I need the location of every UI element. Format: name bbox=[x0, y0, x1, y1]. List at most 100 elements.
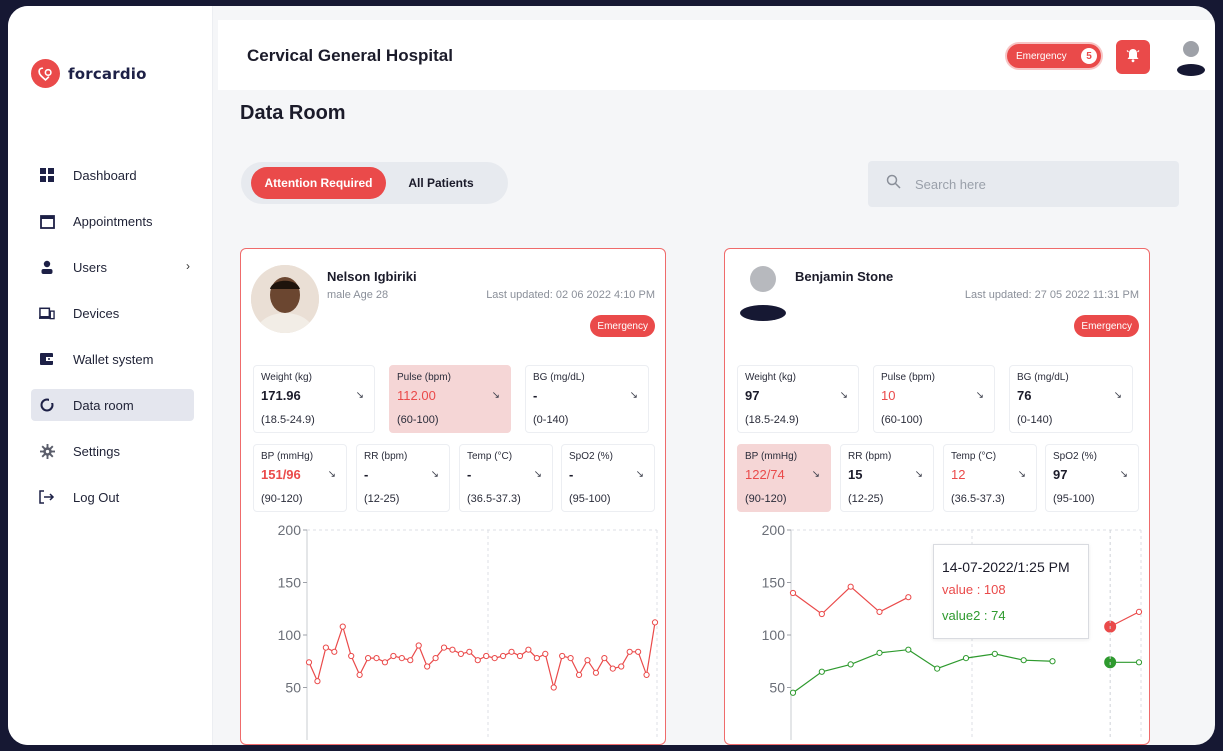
data-point bbox=[643, 671, 650, 678]
sidebar-item-appointments[interactable]: Appointments bbox=[31, 205, 194, 237]
notification-button[interactable] bbox=[1116, 40, 1150, 74]
trend-arrow-icon: ↘ bbox=[430, 469, 439, 480]
data-point bbox=[575, 671, 583, 678]
heart-logo-icon bbox=[31, 59, 60, 88]
vitals-trend-chart: 200 150 100 50 bbox=[278, 522, 659, 740]
emergency-button[interactable]: Emergency 5 bbox=[1007, 44, 1101, 68]
trend-arrow-icon: ↘ bbox=[914, 469, 923, 480]
last-updated: Last updated: 27 05 2022 11:31 PM bbox=[964, 289, 1139, 301]
trend-arrow-icon: ↘ bbox=[1119, 469, 1128, 480]
data-point bbox=[962, 655, 970, 662]
emergency-count-badge: 5 bbox=[1081, 48, 1097, 64]
data-point bbox=[322, 644, 329, 651]
sidebar-nav: Dashboard Appointments Users › Devices W… bbox=[31, 159, 194, 527]
data-point bbox=[364, 655, 372, 662]
sidebar-item-label: Wallet system bbox=[73, 351, 154, 367]
brand-logo[interactable]: forcardio bbox=[31, 59, 147, 88]
data-point bbox=[818, 610, 825, 618]
data-point bbox=[339, 623, 346, 630]
tooltip-date: 14-07-2022/1:25 PM bbox=[942, 559, 1070, 575]
data-point bbox=[601, 655, 608, 662]
tooltip-value1: value : 108 bbox=[942, 582, 1006, 597]
brand-name: forcardio bbox=[68, 64, 147, 83]
data-point bbox=[1135, 659, 1143, 666]
tab-attention-required[interactable]: Attention Required bbox=[251, 167, 386, 199]
sidebar-item-dashboard[interactable]: Dashboard bbox=[31, 159, 194, 191]
vital-blood-glucose: BG (mg/dL) - (0-140) ↘ bbox=[525, 365, 649, 433]
data-point bbox=[491, 655, 498, 662]
chevron-right-icon[interactable]: › bbox=[186, 259, 190, 273]
y-tick-label: 100 bbox=[762, 627, 786, 643]
vital-blood-pressure: BP (mmHg) 122/74 (90-120) ↘ bbox=[737, 444, 831, 512]
data-point bbox=[651, 619, 659, 626]
trend-arrow-icon: ↘ bbox=[327, 469, 336, 480]
sidebar-item-label: Dashboard bbox=[73, 167, 137, 183]
data-point bbox=[373, 655, 380, 662]
data-point bbox=[789, 689, 797, 696]
sidebar-item-label: Devices bbox=[73, 305, 120, 321]
patient-card[interactable]: Benjamin Stone Last updated: 27 05 2022 … bbox=[724, 248, 1150, 745]
data-point bbox=[348, 652, 355, 660]
vital-temperature: Temp (°C) - (36.5-37.3) ↘ bbox=[459, 444, 553, 512]
data-point bbox=[567, 655, 574, 662]
sidebar-item-logout[interactable]: Log Out bbox=[31, 481, 194, 513]
vital-pulse: Pulse (bpm) 10 (60-100) ↘ bbox=[873, 365, 995, 433]
data-point bbox=[474, 657, 481, 664]
series-line bbox=[792, 649, 1053, 694]
sidebar-item-label: Log Out bbox=[73, 489, 120, 505]
data-point bbox=[331, 648, 338, 655]
data-point bbox=[314, 678, 321, 685]
sidebar-item-settings[interactable]: Settings bbox=[31, 435, 194, 467]
sidebar-item-label: Data room bbox=[73, 397, 134, 413]
y-tick-label: 150 bbox=[762, 575, 786, 591]
data-point bbox=[381, 659, 389, 666]
dashboard-grid-icon bbox=[39, 167, 55, 183]
vital-respiratory-rate: RR (bpm) 15 (12-25) ↘ bbox=[840, 444, 934, 512]
series-line bbox=[792, 585, 909, 615]
top-bar: Cervical General Hospital Emergency 5 bbox=[218, 20, 1215, 90]
patient-card[interactable]: Nelson Igbiriki male Age 28 Last updated… bbox=[240, 248, 666, 745]
last-updated: Last updated: 02 06 2022 4:10 PM bbox=[486, 289, 655, 301]
trend-arrow-icon: ↘ bbox=[491, 390, 500, 401]
y-tick-label: 50 bbox=[769, 680, 785, 696]
trend-arrow-icon: ↘ bbox=[355, 390, 364, 401]
search-input[interactable] bbox=[915, 176, 1155, 192]
sidebar-item-devices[interactable]: Devices bbox=[31, 297, 194, 329]
sidebar-item-label: Appointments bbox=[73, 213, 153, 229]
trend-arrow-icon: ↘ bbox=[811, 469, 820, 480]
data-point bbox=[533, 655, 540, 662]
vital-spo2: SpO2 (%) 97 (95-100) ↘ bbox=[1045, 444, 1139, 512]
data-point bbox=[635, 648, 642, 655]
data-point bbox=[356, 671, 363, 678]
data-point bbox=[592, 669, 600, 676]
emergency-label: Emergency bbox=[1016, 50, 1067, 62]
vital-pulse: Pulse (bpm) 112.00 (60-100) ↘ bbox=[389, 365, 511, 433]
data-point bbox=[508, 648, 515, 655]
search-box[interactable] bbox=[868, 161, 1179, 207]
data-point bbox=[449, 646, 456, 653]
vital-blood-glucose: BG (mg/dL) 76 (0-140) ↘ bbox=[1009, 365, 1133, 433]
sidebar-item-data-room[interactable]: Data room bbox=[31, 389, 194, 421]
data-point bbox=[525, 646, 532, 653]
data-point bbox=[876, 649, 883, 656]
user-avatar[interactable] bbox=[1174, 39, 1208, 77]
data-point bbox=[550, 684, 557, 691]
vital-blood-pressure: BP (mmHg) 151/96 (90-120) ↘ bbox=[253, 444, 347, 512]
patient-photo bbox=[251, 265, 319, 333]
sidebar-item-users[interactable]: Users › bbox=[31, 251, 194, 283]
trend-arrow-icon: ↘ bbox=[629, 390, 638, 401]
trend-arrow-icon: ↘ bbox=[1113, 390, 1122, 401]
vital-weight: Weight (kg) 97 (18.5-24.9) ↘ bbox=[737, 365, 859, 433]
trend-arrow-icon: ↘ bbox=[635, 469, 644, 480]
y-tick-label: 50 bbox=[285, 680, 301, 696]
logout-icon bbox=[39, 489, 55, 505]
sidebar-item-wallet[interactable]: Wallet system bbox=[31, 343, 194, 375]
vital-spo2: SpO2 (%) - (95-100) ↘ bbox=[561, 444, 655, 512]
tab-all-patients[interactable]: All Patients bbox=[391, 167, 491, 199]
data-point bbox=[789, 589, 797, 597]
data-point bbox=[1135, 608, 1143, 616]
data-point bbox=[584, 657, 591, 664]
patient-name: Benjamin Stone bbox=[795, 269, 894, 284]
sidebar: forcardio Dashboard Appointments Users ›… bbox=[8, 6, 213, 745]
trend-arrow-icon: ↘ bbox=[839, 390, 848, 401]
